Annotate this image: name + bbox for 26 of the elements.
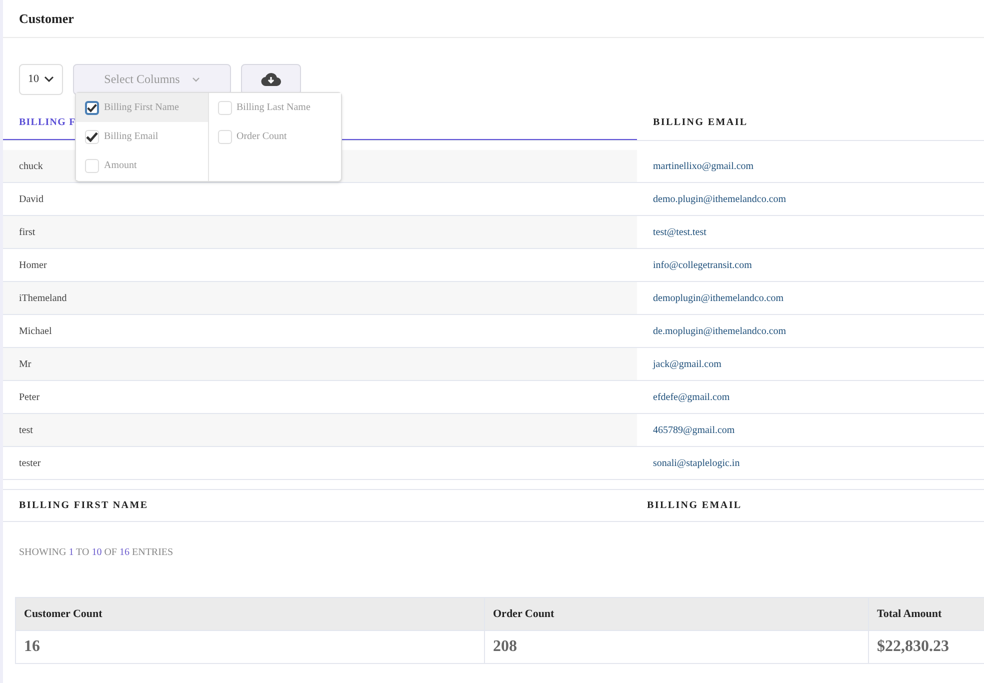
summary-value: 16 <box>16 631 485 663</box>
page-length-select[interactable]: 10 <box>19 64 63 94</box>
summary-value: 208 <box>485 631 869 663</box>
table-cell: Mr <box>3 348 637 380</box>
summary-header: Customer Count <box>16 598 485 630</box>
column-option[interactable]: Billing Last Name <box>208 93 341 122</box>
chevron-down-icon <box>192 76 200 82</box>
page-title: Customer <box>19 10 74 28</box>
summary-header: Order Count <box>485 598 869 630</box>
column-header[interactable]: BILLING EMAIL <box>637 105 984 140</box>
column-select[interactable]: Select Columns <box>73 64 231 94</box>
download-button[interactable] <box>241 64 301 94</box>
entries-info: SHOWING 1 TO 10 OF 16 ENTRIES <box>19 547 174 558</box>
check-icon <box>86 132 98 142</box>
chevron-down-icon <box>44 76 54 82</box>
summary-header: Total Amount <box>876 606 943 622</box>
summary-value: $22,830.23 <box>876 637 950 657</box>
table-cell: test <box>3 414 637 446</box>
table-cell: first <box>3 216 637 248</box>
column-footer: BILLING FIRST NAME <box>3 490 631 521</box>
column-option[interactable]: Order Count <box>208 122 341 151</box>
column-option[interactable]: Billing First Name <box>76 93 208 122</box>
column-footer: BILLING EMAIL <box>631 490 984 521</box>
table-cell: iThemeland <box>3 282 637 314</box>
check-icon <box>87 102 97 112</box>
cloud-download-icon <box>261 72 281 86</box>
